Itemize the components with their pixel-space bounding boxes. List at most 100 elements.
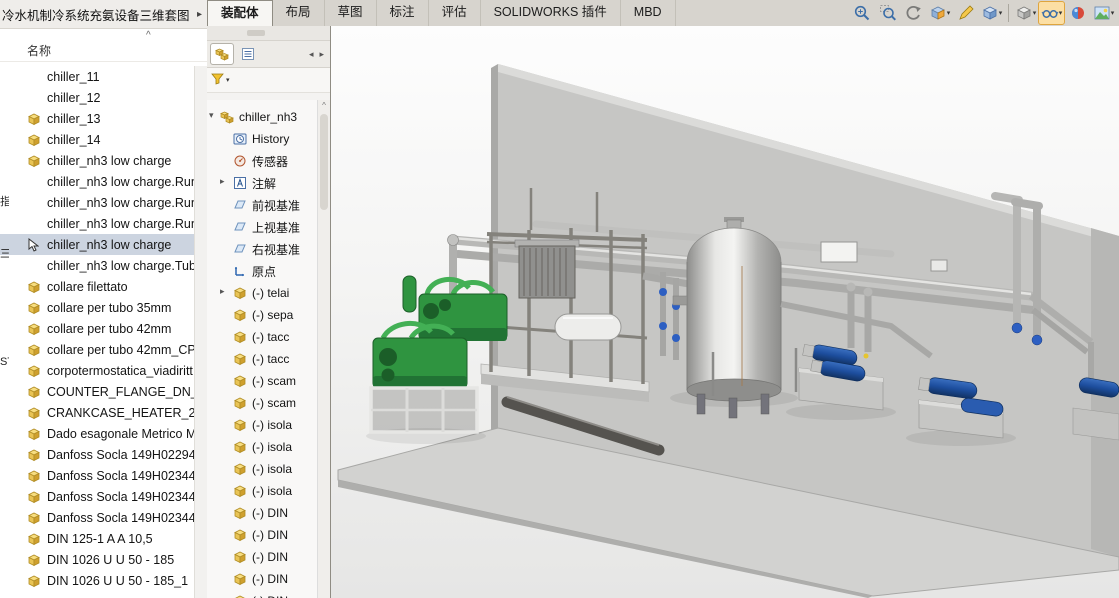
file-list-item[interactable]: Danfoss Socla 149H022947 bbox=[0, 444, 195, 465]
pointer-icon bbox=[27, 238, 42, 252]
expander-icon[interactable]: ▾ bbox=[209, 110, 214, 121]
ribbon-tab[interactable]: 评估 bbox=[429, 0, 481, 26]
file-list-item[interactable]: DIN 1026 U U 50 - 185 bbox=[0, 549, 195, 570]
feature-tree-item[interactable]: 传感器 bbox=[207, 150, 318, 172]
file-list-item[interactable]: DIN 1026 U U 50 - 185_1 bbox=[0, 570, 195, 591]
feature-name: 上视基准 bbox=[252, 219, 300, 236]
display-style-icon[interactable]: ▾ bbox=[1013, 2, 1038, 24]
scrollbar-thumb[interactable] bbox=[320, 114, 328, 210]
filter-caret-icon[interactable]: ▾ bbox=[226, 76, 230, 84]
feature-tree-tab-icon[interactable] bbox=[211, 44, 233, 64]
ribbon-tab[interactable]: SOLIDWORKS 插件 bbox=[481, 0, 621, 26]
file-list-item[interactable]: Danfoss Socla 149H023440 bbox=[0, 507, 195, 528]
feature-tree-item[interactable]: (-) isola bbox=[207, 458, 318, 480]
part-icon bbox=[27, 385, 42, 399]
feature-tree-item[interactable]: (-) sepa bbox=[207, 304, 318, 326]
ribbon-tab[interactable]: 布局 bbox=[273, 0, 325, 26]
feature-tree-item[interactable]: (-) scam bbox=[207, 392, 318, 414]
ribbon-tab[interactable]: 标注 bbox=[377, 0, 429, 26]
part-icon bbox=[233, 330, 248, 344]
feature-tree-item[interactable]: 右视基准 bbox=[207, 238, 318, 260]
ribbon-tab[interactable]: MBD bbox=[621, 0, 676, 26]
ribbon-tab[interactable]: 草图 bbox=[325, 0, 377, 26]
feature-name: (-) DIN bbox=[252, 572, 288, 586]
feature-tree-item[interactable]: (-) scam bbox=[207, 370, 318, 392]
zoom-to-fit-icon[interactable] bbox=[849, 2, 874, 24]
viewport-3d[interactable] bbox=[331, 26, 1119, 598]
file-list-item[interactable]: chiller_nh3 low charge.Run bbox=[0, 171, 195, 192]
file-list-item[interactable]: Dado esagonale Metrico M bbox=[0, 423, 195, 444]
file-list-scrollbar[interactable] bbox=[194, 66, 207, 598]
part-icon bbox=[233, 352, 248, 366]
feature-tree-item[interactable]: (-) tacc bbox=[207, 326, 318, 348]
view-orientation-icon[interactable]: ▾ bbox=[979, 2, 1004, 24]
feature-name: (-) isola bbox=[252, 484, 292, 498]
panel-drag-handle[interactable] bbox=[247, 30, 265, 36]
section-view-icon[interactable]: ▾ bbox=[927, 2, 952, 24]
file-list-item[interactable]: collare per tubo 42mm bbox=[0, 318, 195, 339]
file-list-item[interactable]: chiller_11 bbox=[0, 66, 195, 87]
file-list-item[interactable]: collare per tubo 42mm_CPV bbox=[0, 339, 195, 360]
file-list-item[interactable]: chiller_14 bbox=[0, 129, 195, 150]
file-list-item[interactable]: chiller_nh3 low charge.Run bbox=[0, 192, 195, 213]
file-list-item[interactable]: chiller_nh3 low charge.Tub bbox=[0, 255, 195, 276]
feature-tree-item[interactable]: (-) tacc bbox=[207, 348, 318, 370]
file-list-item[interactable]: collare filettato bbox=[0, 276, 195, 297]
blank-icon bbox=[27, 70, 42, 84]
file-list-item[interactable]: chiller_nh3 low charge bbox=[0, 234, 195, 255]
part-icon bbox=[27, 301, 42, 315]
property-manager-tab-icon[interactable] bbox=[237, 44, 259, 64]
file-list-item[interactable]: chiller_13 bbox=[0, 108, 195, 129]
file-name: collare filettato bbox=[47, 280, 128, 294]
file-name: chiller_nh3 low charge bbox=[47, 238, 171, 252]
origin-icon bbox=[233, 264, 248, 278]
file-list-item[interactable]: COUNTER_FLANGE_DN_50_ bbox=[0, 381, 195, 402]
filter-input[interactable] bbox=[232, 70, 326, 90]
feature-tree-item[interactable]: (-) DIN bbox=[207, 546, 318, 568]
filter-funnel-icon[interactable] bbox=[211, 72, 224, 88]
zoom-to-area-icon[interactable] bbox=[875, 2, 900, 24]
feature-tree-item[interactable]: (-) DIN bbox=[207, 502, 318, 524]
tabstrip-nav-right-icon[interactable]: ▸ bbox=[319, 49, 324, 60]
feature-tree-item[interactable]: (-) isola bbox=[207, 436, 318, 458]
expander-icon[interactable]: ▸ bbox=[220, 286, 225, 297]
file-list-item[interactable]: chiller_12 bbox=[0, 87, 195, 108]
feature-tree-scrollbar[interactable]: ^ bbox=[317, 100, 330, 598]
feature-tree-item[interactable]: (-) DIN bbox=[207, 590, 318, 598]
file-list-item[interactable]: Danfoss Socla 149H023440 bbox=[0, 486, 195, 507]
feature-tree-item[interactable]: 上视基准 bbox=[207, 216, 318, 238]
feature-name: (-) isola bbox=[252, 440, 292, 454]
feature-tree-item[interactable]: (-) DIN bbox=[207, 568, 318, 590]
feature-tree-item[interactable]: (-) isola bbox=[207, 414, 318, 436]
file-list-item[interactable]: chiller_nh3 low charge.Run bbox=[0, 213, 195, 234]
expander-icon[interactable]: ▸ bbox=[220, 176, 225, 187]
apply-scene-icon[interactable]: ▾ bbox=[1091, 2, 1116, 24]
file-list-item[interactable]: CRANKCASE_HEATER_220V bbox=[0, 402, 195, 423]
feature-tree-item[interactable]: 原点 bbox=[207, 260, 318, 282]
feature-tree-item[interactable]: History bbox=[207, 128, 318, 150]
part-icon bbox=[27, 574, 42, 588]
chevron-right-icon[interactable]: ▸ bbox=[194, 9, 205, 20]
feature-tree-item[interactable]: 前视基准 bbox=[207, 194, 318, 216]
file-list-item[interactable]: corpotermostatica_viadiritt bbox=[0, 360, 195, 381]
scroll-up-icon[interactable]: ^ bbox=[318, 100, 330, 112]
tabstrip-nav-left-icon[interactable]: ◂ bbox=[309, 49, 314, 60]
edit-appearance-icon[interactable] bbox=[1065, 2, 1090, 24]
feature-tree-item[interactable]: (-) isola bbox=[207, 480, 318, 502]
hide-show-items-icon[interactable]: ▾ bbox=[1039, 2, 1064, 24]
file-list-item[interactable]: chiller_nh3 low charge bbox=[0, 150, 195, 171]
cropped-edge-text: 三 bbox=[0, 245, 9, 261]
dynamic-annotation-views-icon[interactable] bbox=[953, 2, 978, 24]
file-list-item[interactable]: collare per tubo 35mm bbox=[0, 297, 195, 318]
feature-tree-item[interactable]: ▸注解 bbox=[207, 172, 318, 194]
feature-name: 原点 bbox=[252, 263, 276, 280]
file-name: chiller_nh3 low charge.Run bbox=[47, 217, 195, 231]
file-list-item[interactable]: DIN 125-1 A A 10,5 bbox=[0, 528, 195, 549]
feature-tree-item[interactable]: (-) DIN bbox=[207, 524, 318, 546]
file-list-item[interactable]: Danfoss Socla 149H023440 bbox=[0, 465, 195, 486]
feature-tree-item[interactable]: ▾chiller_nh3 bbox=[207, 106, 318, 128]
feature-tree-item[interactable]: ▸(-) telai bbox=[207, 282, 318, 304]
list-column-header[interactable]: 名称 ^ bbox=[0, 29, 207, 62]
ribbon-tab[interactable]: 装配体 bbox=[207, 0, 273, 26]
previous-view-icon[interactable] bbox=[901, 2, 926, 24]
